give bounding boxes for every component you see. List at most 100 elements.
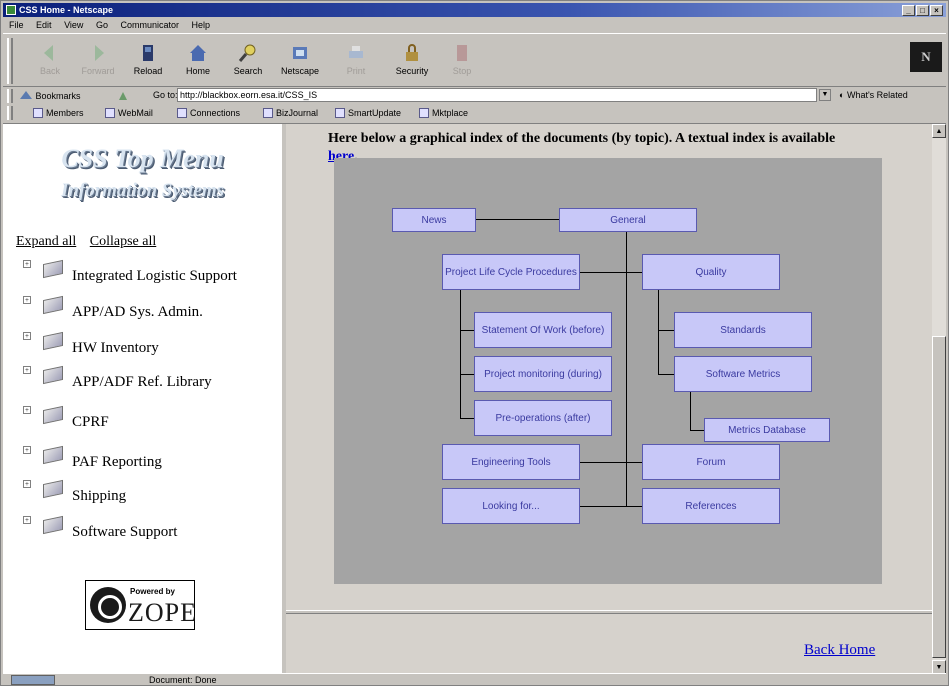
vertical-scrollbar[interactable]: ▲ ▼ [932, 124, 946, 674]
link-connections[interactable]: Connections [177, 108, 240, 118]
page-proxy-icon[interactable] [117, 90, 129, 102]
page-content: CSS Top Menu Information Systems Expand … [3, 123, 946, 674]
expand-plus-icon[interactable]: + [23, 480, 31, 488]
back-home-link[interactable]: Back Home [804, 642, 875, 659]
menu-go[interactable]: Go [96, 18, 108, 32]
status-text: Document: Done [149, 675, 217, 685]
node-software-metrics[interactable]: Software Metrics [674, 356, 812, 392]
expand-plus-icon[interactable]: + [23, 516, 31, 524]
node-quality[interactable]: Quality [642, 254, 780, 290]
node-project-monitoring[interactable]: Project monitoring (during) [474, 356, 612, 392]
security-button[interactable]: Security [389, 42, 435, 80]
link-webmail[interactable]: WebMail [105, 108, 153, 118]
node-references[interactable]: References [642, 488, 780, 524]
netscape-app-icon [6, 5, 16, 15]
window-title: CSS Home - Netscape [19, 5, 114, 15]
frame-divider [286, 610, 946, 614]
netscape-button[interactable]: Netscape [277, 42, 323, 80]
book-icon [43, 331, 63, 351]
toolbar-grip[interactable] [7, 38, 13, 84]
home-button[interactable]: Home [175, 42, 221, 80]
expand-collapse-links: Expand all Collapse all [16, 234, 166, 250]
expand-plus-icon[interactable]: + [23, 366, 31, 374]
menu-subtitle: Information Systems [60, 180, 225, 201]
node-pre-operations[interactable]: Pre-operations (after) [474, 400, 612, 436]
expand-plus-icon[interactable]: + [23, 406, 31, 414]
node-forum[interactable]: Forum [642, 444, 780, 480]
link-bizjournal[interactable]: BizJournal [263, 108, 318, 118]
node-standards[interactable]: Standards [674, 312, 812, 348]
node-metrics-database[interactable]: Metrics Database [704, 418, 830, 442]
node-statement-of-work[interactable]: Statement Of Work (before) [474, 312, 612, 348]
collapse-all-link[interactable]: Collapse all [90, 234, 157, 249]
connector-line [580, 272, 642, 273]
reload-button[interactable]: Reload [125, 42, 171, 80]
bookmark-icon [20, 91, 32, 99]
node-general[interactable]: General [559, 208, 697, 232]
url-dropdown-chevron-icon[interactable]: ▼ [819, 89, 831, 101]
expand-plus-icon[interactable]: + [23, 446, 31, 454]
connector-line [460, 330, 474, 331]
url-field[interactable]: http://blackbox.eorn.esa.it/CSS_IS [177, 88, 817, 102]
menu-bar: File Edit View Go Communicator Help [3, 18, 214, 32]
connector-line [658, 290, 659, 374]
locbar-grip[interactable] [7, 89, 13, 103]
menu-edit[interactable]: Edit [36, 18, 52, 32]
menu-file[interactable]: File [9, 18, 24, 32]
expand-plus-icon[interactable]: + [23, 260, 31, 268]
scroll-thumb[interactable] [932, 336, 946, 658]
menu-view[interactable]: View [64, 18, 83, 32]
connector-line [580, 462, 642, 463]
right-frame: Here below a graphical index of the docu… [286, 124, 946, 674]
node-news[interactable]: News [392, 208, 476, 232]
link-smartupdate[interactable]: SmartUpdate [335, 108, 401, 118]
link-mktplace[interactable]: Mktplace [419, 108, 468, 118]
reload-icon [143, 45, 153, 61]
bookmark-page-icon [263, 108, 273, 118]
node-engineering-tools[interactable]: Engineering Tools [442, 444, 580, 480]
netscape-throbber-logo[interactable]: N [910, 42, 942, 72]
security-status-icon[interactable] [11, 675, 55, 685]
node-looking-for[interactable]: Looking for... [442, 488, 580, 524]
scroll-down-icon[interactable]: ▼ [932, 660, 946, 674]
close-button[interactable]: × [930, 5, 943, 16]
connector-line [690, 430, 704, 431]
goto-label: Go to: [153, 90, 178, 100]
bookmark-page-icon [33, 108, 43, 118]
back-button[interactable]: Back [27, 42, 73, 80]
whats-related-button[interactable]: ◐ What's Related [839, 90, 908, 100]
connector-line [475, 219, 559, 220]
stop-button[interactable]: Stop [439, 42, 485, 80]
perbar-grip[interactable] [7, 106, 13, 120]
connector-line [460, 418, 474, 419]
link-members[interactable]: Members [33, 108, 84, 118]
back-arrow-icon [44, 45, 53, 61]
search-icon [238, 44, 256, 62]
connector-line [658, 374, 674, 375]
powered-by-zope-badge[interactable]: Powered by ZOPE [85, 580, 196, 630]
netscape-n-icon [293, 47, 307, 59]
book-icon [43, 405, 63, 425]
minimize-button[interactable]: _ [902, 5, 915, 16]
book-icon [43, 515, 63, 535]
navigation-toolbar: Back Forward Reload Home Search Netscape… [3, 33, 946, 87]
left-frame: CSS Top Menu Information Systems Expand … [3, 124, 286, 674]
bookmarks-button[interactable]: Bookmarks [19, 90, 81, 101]
expand-all-link[interactable]: Expand all [16, 234, 76, 249]
forward-button[interactable]: Forward [75, 42, 121, 80]
menu-help[interactable]: Help [192, 18, 211, 32]
expand-plus-icon[interactable]: + [23, 332, 31, 340]
connector-line [460, 290, 461, 418]
expand-plus-icon[interactable]: + [23, 296, 31, 304]
maximize-button[interactable]: □ [916, 5, 929, 16]
menu-communicator[interactable]: Communicator [120, 18, 179, 32]
location-toolbar: Bookmarks Go to: http://blackbox.eorn.es… [3, 87, 946, 105]
node-project-life-cycle[interactable]: Project Life Cycle Procedures [442, 254, 580, 290]
print-button[interactable]: Print [333, 42, 379, 80]
browser-window: CSS Home - Netscape _ □ × File Edit View… [0, 0, 949, 686]
related-icon: ◐ [839, 90, 845, 100]
document-index-diagram: News General Project Life Cycle Procedur… [334, 158, 882, 584]
scroll-up-icon[interactable]: ▲ [932, 124, 946, 138]
search-button[interactable]: Search [225, 42, 271, 80]
connector-line [658, 330, 674, 331]
